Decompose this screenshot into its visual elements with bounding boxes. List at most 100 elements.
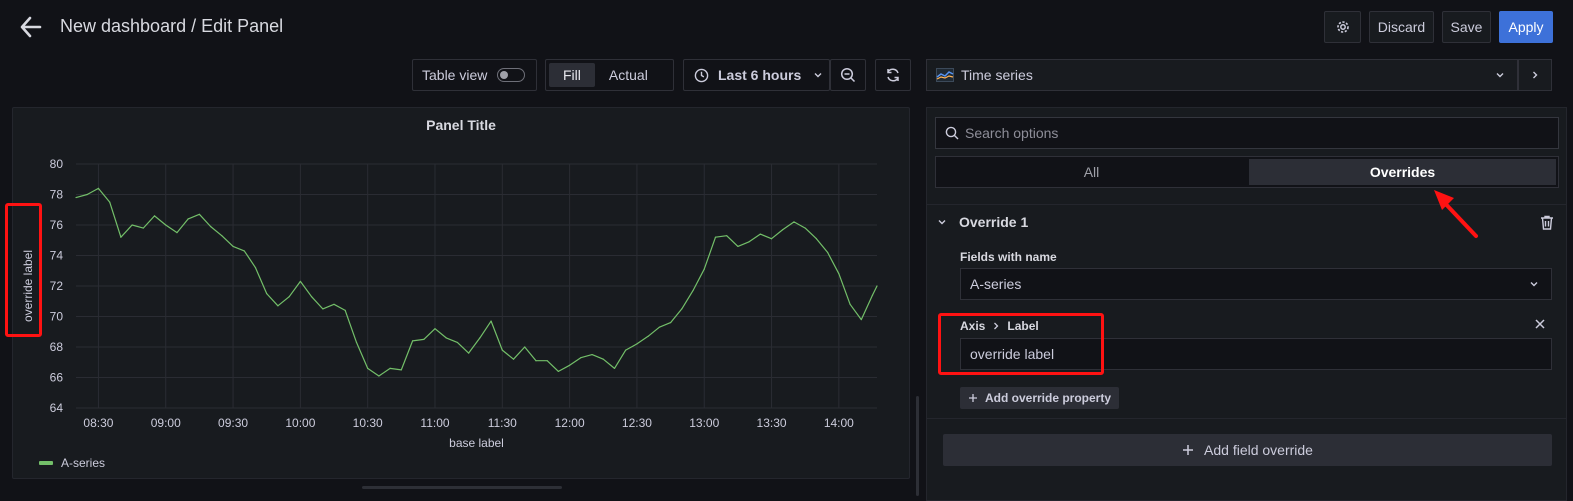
data-point	[524, 346, 526, 348]
data-point	[501, 349, 503, 351]
data-point	[557, 370, 559, 372]
table-view-toggle[interactable]: Table view	[412, 59, 537, 91]
time-series-chart[interactable]: 64 66 68 70 72 74 76 78 80 08:30 09:00 09:30 10:00 10…	[13, 108, 911, 480]
top-bar: New dashboard / Edit Panel Discard Save …	[0, 0, 1573, 54]
data-point	[669, 322, 672, 324]
data-point	[876, 285, 878, 287]
x-tick-label: 09:30	[218, 416, 248, 430]
actual-option[interactable]: Actual	[595, 63, 662, 87]
data-point	[232, 245, 234, 247]
x-tick-label: 11:00	[420, 416, 449, 430]
toggle-switch[interactable]	[497, 68, 526, 82]
legend: A-series	[39, 456, 105, 470]
x-tick-label: 14:00	[824, 416, 854, 430]
options-pane: All Overrides Override 1 Fields with nam…	[926, 107, 1567, 501]
visualization-picker[interactable]: Time series	[926, 59, 1518, 91]
data-point	[97, 187, 100, 189]
x-tick-label: 10:30	[353, 416, 383, 430]
data-point	[355, 341, 358, 344]
data-point	[793, 221, 795, 223]
fill-actual-radio: Fill Actual	[545, 59, 674, 91]
x-axis-label: base label	[449, 436, 504, 450]
y-tick-label: 72	[50, 279, 64, 293]
data-point	[299, 280, 301, 283]
override-title: Override 1	[959, 214, 1029, 230]
zoom-out-button[interactable]	[830, 59, 866, 91]
remove-property-button[interactable]	[1534, 317, 1546, 335]
data-point	[434, 328, 436, 330]
data-point	[367, 367, 369, 369]
delete-override-button[interactable]	[1540, 215, 1554, 235]
add-override-property-label: Add override property	[985, 391, 1112, 405]
x-tick-label: 08:30	[83, 416, 113, 430]
y-tick-label: 76	[50, 218, 64, 232]
plus-icon	[1183, 445, 1194, 455]
data-point	[703, 268, 705, 270]
highlight-box	[938, 313, 1104, 375]
data-point	[378, 375, 380, 377]
x-tick-label: 09:00	[151, 416, 181, 430]
back-button[interactable]	[16, 12, 46, 42]
data-point	[591, 354, 593, 356]
arrow-left-icon	[20, 16, 42, 38]
data-point	[827, 251, 829, 254]
data-point	[613, 367, 616, 369]
x-tick-label: 10:00	[285, 416, 315, 430]
save-button[interactable]: Save	[1442, 11, 1491, 43]
visualization-label: Time series	[961, 67, 1033, 83]
zoom-out-icon	[840, 67, 856, 83]
trash-icon	[1541, 215, 1553, 230]
discard-button[interactable]: Discard	[1369, 11, 1434, 43]
panel-settings-button[interactable]	[1324, 11, 1361, 43]
table-view-label: Table view	[422, 67, 488, 83]
tab-all[interactable]: All	[938, 159, 1245, 185]
chevron-down-icon	[1530, 282, 1538, 287]
data-point	[714, 236, 717, 238]
data-point	[445, 337, 447, 339]
field-name-select[interactable]: A-series	[960, 268, 1552, 300]
data-point	[535, 360, 537, 362]
legend-swatch[interactable]	[39, 461, 53, 465]
data-point	[815, 238, 818, 240]
data-point	[490, 320, 492, 322]
y-tick-label: 80	[50, 157, 64, 171]
data-point	[142, 227, 144, 229]
data-point	[658, 326, 660, 328]
add-field-override-button[interactable]: Add field override	[943, 434, 1552, 466]
horizontal-resize-handle[interactable]	[362, 486, 562, 489]
y-tick-label: 74	[50, 249, 64, 263]
vertical-resize-handle[interactable]	[916, 396, 919, 496]
apply-button[interactable]: Apply	[1499, 11, 1553, 43]
data-point	[625, 349, 627, 351]
add-override-property-button[interactable]: Add override property	[960, 387, 1120, 409]
data-point	[344, 309, 346, 311]
y-tick-label: 64	[50, 401, 64, 415]
data-point	[411, 340, 414, 342]
collapse-options-button[interactable]	[1518, 59, 1552, 91]
legend-label[interactable]: A-series	[61, 456, 105, 470]
clock-icon	[694, 68, 709, 82]
data-point	[254, 267, 257, 269]
time-range-picker[interactable]: Last 6 hours	[683, 59, 830, 91]
data-point	[692, 289, 694, 292]
override-header[interactable]: Override 1	[937, 214, 1028, 230]
y-tick-label: 70	[50, 310, 64, 324]
page-title: New dashboard / Edit Panel	[60, 16, 284, 36]
search-input[interactable]	[965, 125, 1525, 141]
x-tick-label: 12:00	[555, 416, 585, 430]
data-point	[310, 296, 313, 298]
data-point	[120, 236, 122, 238]
data-point	[277, 305, 279, 307]
data-point	[479, 337, 481, 339]
tab-overrides[interactable]: Overrides	[1249, 159, 1556, 185]
data-point	[266, 293, 268, 295]
search-options[interactable]	[935, 117, 1559, 149]
close-icon	[1535, 319, 1545, 329]
data-point	[333, 303, 335, 305]
field-name-value: A-series	[970, 276, 1022, 292]
data-point	[569, 364, 571, 366]
data-point	[468, 352, 470, 354]
chevron-down-icon	[814, 73, 822, 78]
refresh-button[interactable]	[875, 59, 911, 91]
fill-option[interactable]: Fill	[549, 63, 595, 87]
